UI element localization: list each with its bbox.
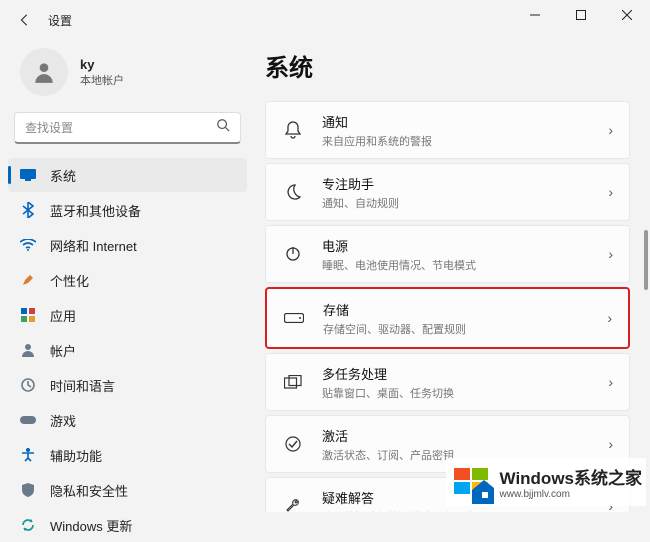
chevron-right-icon: › (608, 436, 613, 452)
card-desc: 睡眠、电池使用情况、节电模式 (322, 257, 608, 273)
watermark-line2: www.bjjmlv.com (500, 489, 642, 500)
watermark: Windows系统之家www.bjjmlv.com (446, 458, 646, 506)
page-title: 系统 (265, 48, 630, 83)
main-panel: 系统 通知来自应用和系统的警报 › 专注助手通知、自动规则 › 电源睡眠、电池使… (255, 40, 650, 512)
card-title: 专注助手 (322, 174, 608, 193)
sidebar-item-accessibility[interactable]: 辅助功能 (8, 438, 247, 472)
sidebar-item-label: 辅助功能 (50, 446, 102, 465)
system-icon (20, 167, 36, 183)
sidebar-item-system[interactable]: 系统 (8, 158, 247, 192)
sidebar-item-label: 时间和语言 (50, 376, 115, 395)
maximize-button[interactable] (558, 0, 604, 30)
scrollbar[interactable] (644, 230, 648, 290)
sidebar-item-label: 个性化 (50, 271, 89, 290)
power-icon (282, 246, 304, 262)
close-button[interactable] (604, 0, 650, 30)
sidebar-item-label: 蓝牙和其他设备 (50, 201, 141, 220)
search-placeholder: 查找设置 (25, 119, 216, 136)
watermark-line1: Windows系统之家 (500, 464, 642, 489)
shield-icon (20, 482, 36, 498)
multitask-icon (282, 375, 304, 389)
sidebar-item-label: 帐户 (50, 341, 76, 360)
sidebar-item-label: Windows 更新 (50, 516, 132, 535)
user-icon (20, 342, 36, 358)
drive-icon (283, 313, 305, 323)
chevron-right-icon: › (607, 310, 612, 326)
moon-icon (282, 184, 304, 200)
card-desc: 通知、自动规则 (322, 195, 608, 211)
chevron-right-icon: › (608, 374, 613, 390)
accessibility-icon (20, 447, 36, 463)
card-desc: 存储空间、驱动器、配置规则 (323, 321, 607, 337)
sidebar-item-apps[interactable]: 应用 (8, 298, 247, 332)
sidebar-item-label: 系统 (50, 166, 76, 185)
back-button[interactable] (10, 5, 40, 35)
sidebar-item-label: 网络和 Internet (50, 236, 137, 255)
sidebar-item-accounts[interactable]: 帐户 (8, 333, 247, 367)
card-focus[interactable]: 专注助手通知、自动规则 › (265, 163, 630, 221)
sidebar-item-time[interactable]: 时间和语言 (8, 368, 247, 402)
minimize-button[interactable] (512, 0, 558, 30)
card-notifications[interactable]: 通知来自应用和系统的警报 › (265, 101, 630, 159)
profile-name: ky (80, 57, 124, 72)
chevron-right-icon: › (608, 246, 613, 262)
window-title: 设置 (48, 12, 72, 29)
sidebar-item-label: 隐私和安全性 (50, 481, 128, 500)
sidebar-item-gaming[interactable]: 游戏 (8, 403, 247, 437)
sidebar-item-update[interactable]: Windows 更新 (8, 508, 247, 542)
search-icon (216, 118, 230, 137)
card-desc: 来自应用和系统的警报 (322, 133, 608, 149)
sidebar-item-label: 游戏 (50, 411, 76, 430)
card-title: 电源 (322, 236, 608, 255)
update-icon (20, 517, 36, 533)
card-title: 通知 (322, 112, 608, 131)
card-desc: 建议的疑难解答、首选项和历史记录 (322, 509, 608, 513)
clock-icon (20, 377, 36, 393)
avatar (20, 48, 68, 96)
brush-icon (20, 272, 36, 288)
card-multitask[interactable]: 多任务处理贴靠窗口、桌面、任务切换 › (265, 353, 630, 411)
profile-sub: 本地帐户 (80, 72, 124, 88)
bell-icon (282, 121, 304, 139)
card-title: 多任务处理 (322, 364, 608, 383)
sidebar: ky 本地帐户 查找设置 系统 蓝牙和其他设备 网络和 Internet 个性化… (0, 40, 255, 512)
card-power[interactable]: 电源睡眠、电池使用情况、节电模式 › (265, 225, 630, 283)
chevron-right-icon: › (608, 184, 613, 200)
card-storage[interactable]: 存储存储空间、驱动器、配置规则 › (265, 287, 630, 349)
windows-logo-icon (450, 460, 494, 504)
nav-list: 系统 蓝牙和其他设备 网络和 Internet 个性化 应用 帐户 时间和语言 … (8, 158, 247, 542)
apps-icon (20, 307, 36, 323)
chevron-right-icon: › (608, 122, 613, 138)
sidebar-item-network[interactable]: 网络和 Internet (8, 228, 247, 262)
card-desc: 贴靠窗口、桌面、任务切换 (322, 385, 608, 401)
sidebar-item-privacy[interactable]: 隐私和安全性 (8, 473, 247, 507)
sidebar-item-personalization[interactable]: 个性化 (8, 263, 247, 297)
game-icon (20, 412, 36, 428)
check-icon (282, 436, 304, 452)
card-title: 激活 (322, 426, 608, 445)
wifi-icon (20, 237, 36, 253)
card-title: 存储 (323, 300, 607, 319)
search-input[interactable]: 查找设置 (14, 112, 241, 144)
profile[interactable]: ky 本地帐户 (8, 40, 247, 112)
bluetooth-icon (20, 202, 36, 218)
sidebar-item-bluetooth[interactable]: 蓝牙和其他设备 (8, 193, 247, 227)
wrench-icon (282, 498, 304, 512)
sidebar-item-label: 应用 (50, 306, 76, 325)
